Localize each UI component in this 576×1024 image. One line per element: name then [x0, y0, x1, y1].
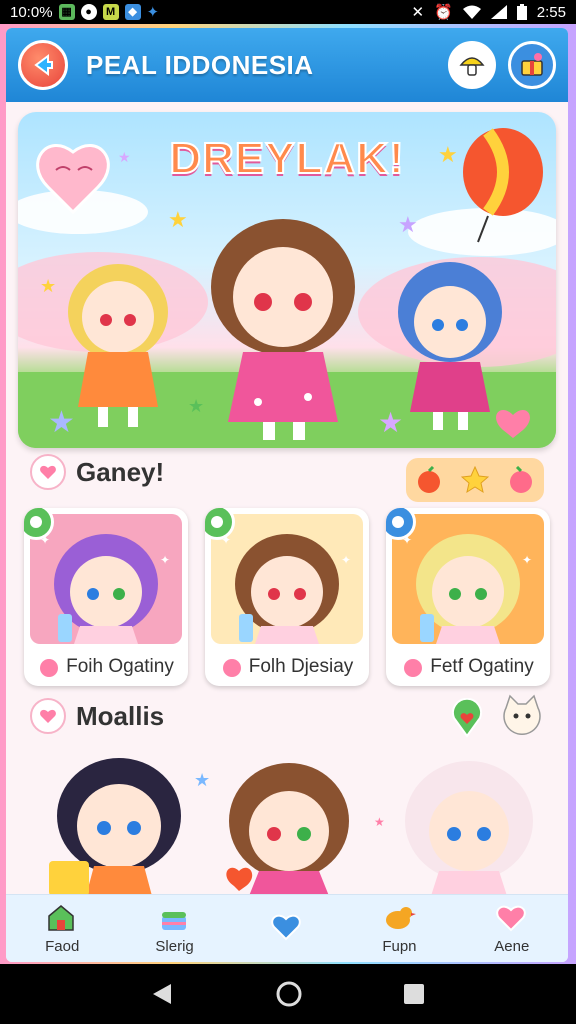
signal-icon	[490, 5, 507, 19]
card-label: Foih Ogatiny	[24, 656, 188, 678]
nav-label: Slerig	[155, 938, 194, 955]
bird-icon	[386, 907, 417, 929]
app-title: PEAL IDDONESIA	[86, 49, 314, 80]
nav-label: Aene	[494, 938, 530, 955]
cat-face-icon[interactable]	[500, 694, 544, 738]
status-time-right: 2:55	[536, 3, 566, 21]
system-nav-bar	[0, 964, 576, 1024]
character-card[interactable]: ✦ ✦ Folh Djesiay	[205, 508, 369, 686]
card-label-text: Foih Ogatiny	[66, 656, 174, 677]
card-label-icon	[40, 659, 59, 677]
alarm-icon: ⏰	[434, 4, 453, 21]
character-card[interactable]: ✦ ✦ Foih Ogatiny	[24, 508, 188, 686]
cake-icon	[161, 912, 186, 930]
m-app-icon: M	[102, 4, 119, 20]
home-circle-icon[interactable]	[276, 981, 302, 1007]
character-blue-hair	[398, 262, 502, 430]
card-art: ✦ ✦	[30, 514, 182, 644]
nav-item[interactable]: Slerig	[118, 895, 230, 962]
character-cat-ears-brown[interactable]	[226, 763, 349, 896]
svg-text:★: ★	[40, 276, 56, 296]
card-label-text: Fetf Ogatiny	[430, 656, 534, 677]
shield-app-icon: ◆	[124, 4, 141, 20]
app-frame: PEAL IDDONESIA ★ ★ ★ ★ ★ ★ ★ ★ DREYLAK! …	[0, 24, 576, 964]
hero-banner[interactable]: ★ ★ ★ ★ ★ ★ ★ ★ DREYLAK!	[18, 112, 556, 448]
svg-text:✦: ✦	[160, 553, 170, 567]
app-content: PEAL IDDONESIA ★ ★ ★ ★ ★ ★ ★ ★ DREYLAK! …	[6, 28, 568, 962]
section-title: Moallis	[76, 700, 165, 731]
card-character: ✦ ✦	[402, 533, 532, 644]
svg-text:★: ★	[194, 770, 210, 790]
character-card[interactable]: ✦ ✦ Fetf Ogatiny	[386, 508, 550, 686]
card-label-text: Folh Djesiay	[248, 656, 354, 677]
star-icon	[461, 466, 489, 494]
svg-text:★: ★	[378, 407, 403, 438]
mushroom-icon	[459, 57, 485, 76]
svg-text:✦: ✦	[522, 553, 532, 567]
silent-icon: ✕	[411, 4, 425, 21]
fruit-bar[interactable]	[406, 458, 544, 502]
card-label-icon	[404, 659, 423, 677]
card-character: ✦ ✦	[221, 533, 351, 644]
heart-icon	[496, 905, 526, 932]
svg-text:★: ★	[398, 212, 418, 237]
grid-app-icon: ▦	[58, 4, 75, 20]
nav-label: Faod	[45, 938, 80, 955]
house-icon	[48, 905, 74, 931]
svg-text:★: ★	[374, 815, 385, 829]
card-character: ✦ ✦	[40, 533, 170, 644]
heart-icon	[271, 914, 301, 940]
models-row: ★ ★	[24, 746, 550, 896]
character-white-hair[interactable]	[405, 761, 533, 896]
svg-text:★: ★	[188, 396, 204, 416]
nav-label: Fupn	[382, 938, 417, 955]
bottom-nav: Faod Slerig Fupn Aene	[6, 894, 568, 962]
card-label: Folh Djesiay	[205, 656, 369, 678]
gift-button[interactable]	[508, 41, 556, 89]
svg-text:★: ★	[168, 207, 188, 232]
character-brunette	[211, 219, 355, 440]
recents-square-icon[interactable]	[403, 983, 425, 1005]
nav-item[interactable]: Aene	[456, 895, 568, 962]
heart-badge-icon	[30, 454, 66, 490]
section-header-games: Ganey!	[30, 454, 164, 490]
nav-item[interactable]: Fupn	[343, 895, 455, 962]
gift-icon	[521, 53, 543, 76]
character-blonde	[68, 264, 168, 427]
character-dark-hair[interactable]	[49, 758, 181, 896]
section-header-models: Moallis	[30, 698, 164, 734]
character-cards: ✦ ✦ Foih Ogatiny ✦ ✦ Folh Djesiay ✦ ✦ Fe…	[24, 508, 550, 686]
shop-button[interactable]	[448, 41, 496, 89]
status-bar: 10:0% ▦ ● M ◆ ✦ ✕ ⏰ 2:55	[0, 0, 576, 24]
nav-item[interactable]: Faod	[6, 895, 118, 962]
apple-icon	[418, 466, 440, 493]
heart-badge-icon	[30, 698, 66, 734]
app-header: PEAL IDDONESIA	[6, 28, 568, 102]
back-triangle-icon[interactable]	[151, 982, 175, 1006]
peach-icon	[510, 466, 532, 493]
nav-item[interactable]	[231, 895, 343, 962]
battery-icon	[516, 4, 527, 20]
models-illustration: ★ ★	[49, 758, 533, 896]
svg-text:✦: ✦	[341, 553, 351, 567]
arrow-app-icon: ✦	[146, 4, 160, 21]
back-button[interactable]	[18, 40, 68, 90]
card-art: ✦ ✦	[392, 514, 544, 644]
back-arrow-icon	[34, 54, 53, 76]
card-label-icon	[222, 659, 241, 677]
section-title: Ganey!	[76, 456, 165, 487]
wifi-icon	[462, 5, 481, 19]
circle-app-icon: ●	[80, 4, 97, 20]
status-time-left: 10:0%	[10, 3, 53, 21]
hero-title: DREYLAK!	[168, 133, 405, 184]
location-pin-icon[interactable]	[450, 698, 484, 738]
card-label: Fetf Ogatiny	[386, 656, 550, 678]
svg-text:★: ★	[48, 406, 75, 439]
card-art: ✦ ✦	[211, 514, 363, 644]
